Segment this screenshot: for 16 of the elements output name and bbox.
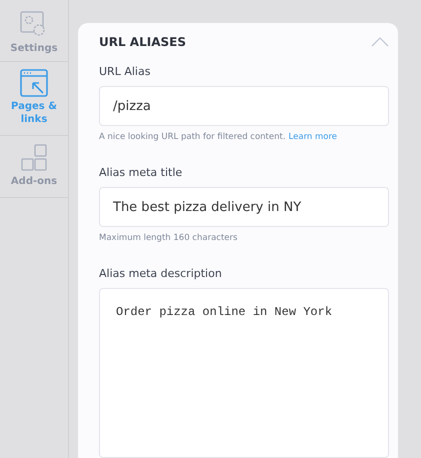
textarea-field[interactable]: Order pizza online in New York xyxy=(99,288,389,458)
help-text: Maximum length 160 characters xyxy=(99,233,238,243)
input-field[interactable]: The best pizza delivery in NY xyxy=(99,187,389,227)
sidebar-item[interactable]: Add-ons xyxy=(0,136,68,198)
input-field[interactable]: /pizza xyxy=(99,86,389,126)
section-title: URL ALIASES xyxy=(99,35,186,49)
learn-more-link[interactable]: Learn more xyxy=(288,132,338,142)
chevron-icon[interactable] xyxy=(371,37,389,47)
window-icon xyxy=(20,69,48,97)
sidebar-item[interactable]: Settings xyxy=(0,0,68,62)
blocks-icon xyxy=(20,144,48,172)
field-label: URL Alias xyxy=(99,65,150,78)
field-label: Alias meta title xyxy=(99,166,182,179)
sidebar-item[interactable]: Pages & links xyxy=(0,62,68,136)
field-label: Alias meta description xyxy=(99,267,222,280)
help-text: A nice looking URL path for filtered content. Learn more xyxy=(99,132,338,142)
